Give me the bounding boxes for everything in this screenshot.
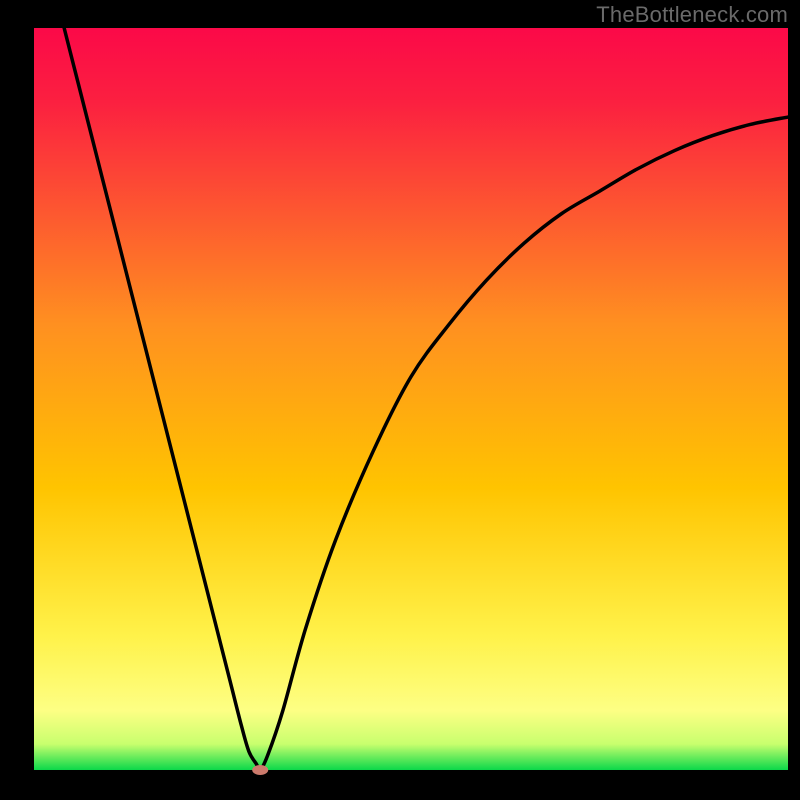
optimal-point-marker bbox=[252, 765, 268, 775]
bottleneck-chart bbox=[0, 0, 800, 800]
watermark-text: TheBottleneck.com bbox=[596, 2, 788, 28]
plot-background bbox=[34, 28, 788, 770]
chart-frame: TheBottleneck.com bbox=[0, 0, 800, 800]
